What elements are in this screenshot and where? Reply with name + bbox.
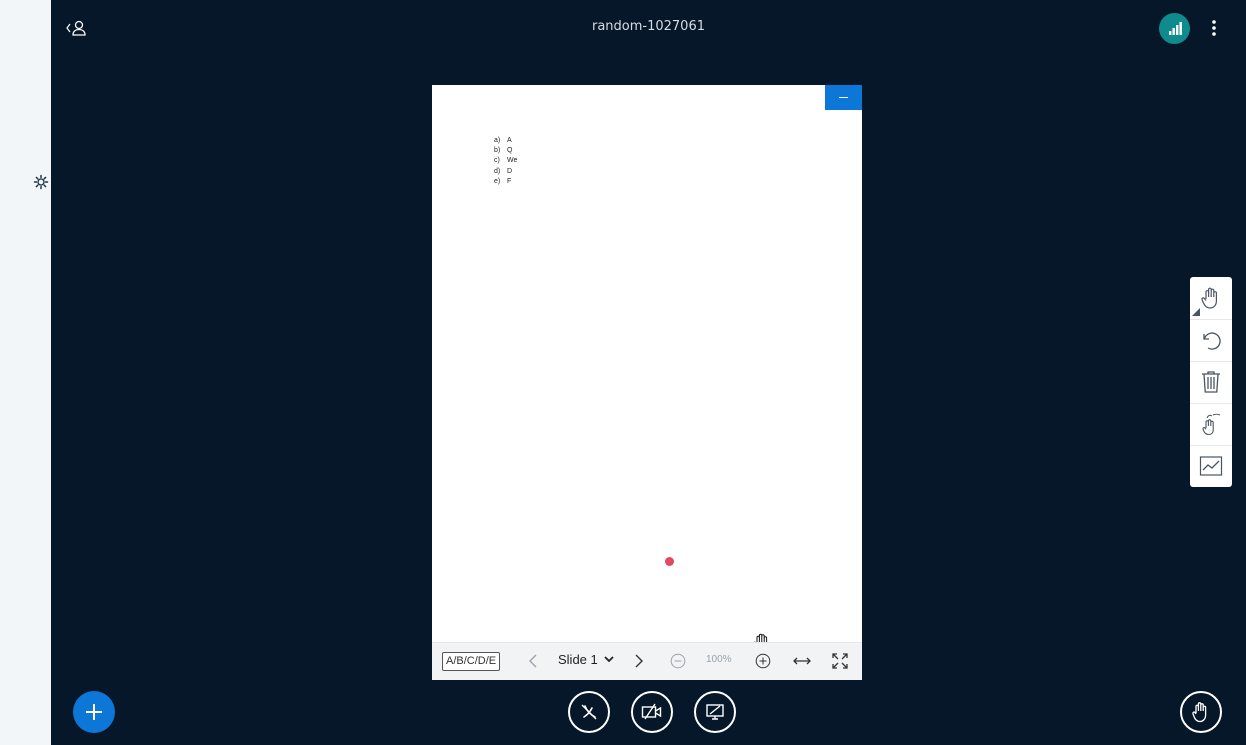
- slide-option: e) F: [494, 177, 512, 185]
- gear-icon[interactable]: [33, 174, 49, 190]
- meeting-title: random-1027061: [591, 19, 705, 34]
- hand-icon: [1201, 287, 1217, 309]
- line-chart-icon: [1199, 456, 1223, 476]
- multi-user-hand-icon: [1202, 413, 1221, 436]
- actions-button[interactable]: [73, 691, 115, 733]
- fullscreen-icon[interactable]: [832, 653, 848, 669]
- connection-status-button[interactable]: [1159, 13, 1190, 44]
- minus-icon: [839, 96, 848, 99]
- clear-all-button[interactable]: [1190, 361, 1232, 404]
- options-menu-button[interactable]: [1203, 14, 1225, 42]
- trash-icon: [1202, 371, 1220, 393]
- join-audio-button[interactable]: [568, 691, 610, 733]
- video-off-icon: [641, 703, 662, 720]
- screenshare-off-icon: [706, 704, 724, 720]
- whiteboard-toolbar: [1190, 277, 1232, 487]
- quick-poll-button[interactable]: A/B/C/D/E: [442, 652, 501, 671]
- raise-hand-button[interactable]: [1180, 691, 1222, 733]
- slide-selector[interactable]: Slide 1: [558, 652, 614, 667]
- fit-to-width-icon[interactable]: [793, 653, 811, 669]
- zoom-out-icon[interactable]: [670, 653, 686, 669]
- undo-icon: [1203, 332, 1221, 350]
- slide-option: d) D: [494, 167, 513, 175]
- slide-options-list: a) A b) Q c) We d) D e) F: [494, 136, 517, 187]
- mic-off-icon: [581, 704, 597, 720]
- signal-bars-icon: [1169, 22, 1182, 35]
- multi-user-whiteboard-button[interactable]: [1190, 403, 1232, 446]
- undo-button[interactable]: [1190, 319, 1232, 362]
- pan-tool-button[interactable]: [1190, 277, 1232, 320]
- zoom-level: 100%: [706, 654, 732, 665]
- left-rail: [0, 0, 51, 745]
- whiteboard-overlay-button[interactable]: [1190, 445, 1232, 487]
- share-screen-button[interactable]: [694, 691, 736, 733]
- chevron-down-icon: [604, 656, 614, 663]
- presentation-toolbar: A/B/C/D/E Slide 1 100%: [432, 642, 862, 680]
- minimize-presentation-button[interactable]: [825, 85, 862, 110]
- main-area: random-1027061 a)A b)Q c)We d)D e)F: [51, 0, 1246, 745]
- share-webcam-button[interactable]: [631, 691, 673, 733]
- presentation-area[interactable]: a) A b) Q c) We d) D e) F A/B/C/D/E Slide 1 1…: [432, 85, 862, 680]
- presenter-pointer: [665, 557, 674, 566]
- top-bar: random-1027061: [51, 0, 1246, 56]
- raise-hand-icon: [1192, 702, 1207, 723]
- next-slide-icon[interactable]: [630, 653, 646, 669]
- zoom-in-icon[interactable]: [755, 653, 771, 669]
- slide-option: a) A: [494, 137, 512, 144]
- slide-option: c) We: [494, 157, 518, 165]
- tool-submenu-indicator: [1192, 308, 1200, 316]
- slide-option: b) Q: [494, 147, 513, 155]
- plus-icon: [86, 704, 102, 720]
- previous-slide-icon[interactable]: [526, 653, 542, 669]
